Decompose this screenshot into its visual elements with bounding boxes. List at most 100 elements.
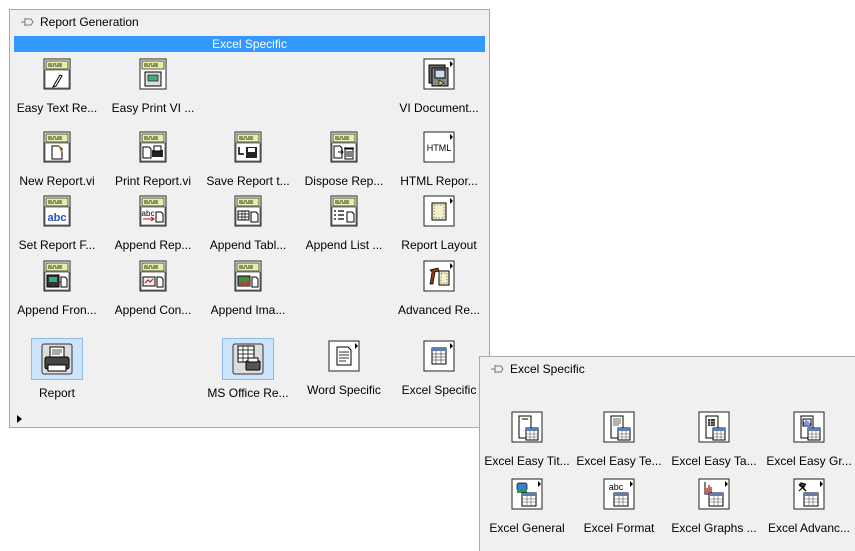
excel-format-icon: abc [603, 478, 635, 510]
palette-item-report-layout[interactable]: Report Layout [394, 193, 484, 259]
text-icon-text: abc [142, 209, 155, 218]
item-label: Advanced Re... [397, 303, 481, 317]
item-label: Word Specific [307, 383, 381, 397]
append-table-icon [234, 195, 262, 227]
append-control-image-icon [139, 260, 167, 292]
palette-item-word-specific[interactable]: Word Specific [299, 338, 389, 404]
report-printer-icon [41, 343, 73, 375]
excel-easy-table-icon [698, 411, 730, 443]
append-image-icon [234, 260, 262, 292]
item-label: Excel Advanc... [767, 521, 851, 535]
set-report-font-icon: abc [43, 195, 71, 227]
palette-titlebar[interactable]: Report Generation [10, 10, 489, 34]
report-tile[interactable] [31, 338, 83, 380]
palette-item-set-report-font[interactable]: abc Set Report F... [12, 193, 102, 259]
palette-item-append-image[interactable]: Append Ima... [203, 258, 293, 324]
palette-item-excel-general[interactable]: Excel General [482, 476, 572, 542]
append-front-panel-icon [43, 260, 71, 292]
excel-easy-text-icon [603, 411, 635, 443]
item-label: Report [38, 386, 76, 400]
word-specific-icon [328, 340, 360, 372]
palette-title: Report Generation [40, 15, 139, 29]
palette-item-append-control-image[interactable]: Append Con... [108, 258, 198, 324]
palette-item-advanced-report[interactable]: Advanced Re... [394, 258, 484, 324]
palette-item-html-report[interactable]: HTML HTML Repor... [394, 129, 484, 195]
item-label: Report Layout [401, 238, 477, 252]
dispose-report-icon [330, 131, 358, 163]
font-icon-text: abc [48, 212, 67, 224]
item-label: Excel Easy Ta... [671, 454, 757, 468]
easy-text-report-icon [43, 58, 71, 90]
easy-print-vi-icon [139, 58, 167, 90]
report-generation-palette: Report Generation Excel Specific Easy Te… [9, 9, 490, 428]
advanced-report-icon [423, 260, 455, 292]
palette-item-excel-easy-graph[interactable]: Excel Easy Gr... [764, 409, 854, 475]
excel-easy-graph-icon [793, 411, 825, 443]
save-report-icon [234, 131, 262, 163]
palette-item-dispose-report[interactable]: Dispose Rep... [299, 129, 389, 195]
item-label: Easy Print VI ... [111, 101, 195, 115]
print-report-icon [139, 131, 167, 163]
item-label: Excel Specific [401, 383, 477, 397]
new-report-icon [43, 131, 71, 163]
ms-office-report-tile[interactable] [222, 338, 274, 380]
palette-title: Excel Specific [510, 362, 585, 376]
item-label: MS Office Re... [207, 386, 289, 400]
palette-item-excel-easy-text[interactable]: Excel Easy Te... [574, 409, 664, 475]
expand-arrow-icon[interactable] [14, 412, 24, 426]
ms-office-report-icon [232, 343, 264, 375]
report-layout-icon [423, 195, 455, 227]
item-label: Save Report t... [206, 174, 290, 188]
item-label: VI Document... [399, 101, 479, 115]
palette-item-append-table[interactable]: Append Tabl... [203, 193, 293, 259]
vi-documentation-icon [423, 58, 455, 90]
excel-general-icon [511, 478, 543, 510]
thumbtack-icon[interactable] [490, 362, 504, 376]
palette-item-append-list[interactable]: Append List ... [299, 193, 389, 259]
palette-item-easy-print-vi[interactable]: Easy Print VI ... [108, 56, 198, 122]
append-list-icon [330, 195, 358, 227]
palette-item-append-front-panel[interactable]: Append Fron... [12, 258, 102, 324]
palette-item-excel-easy-table[interactable]: Excel Easy Ta... [669, 409, 759, 475]
item-label: Append Rep... [114, 238, 192, 252]
selected-category-header: Excel Specific [14, 36, 485, 52]
palette-item-vi-documentation[interactable]: VI Document... [394, 56, 484, 122]
excel-advanced-icon [793, 478, 825, 510]
item-label: Append Tabl... [209, 238, 287, 252]
item-label: New Report.vi [19, 174, 95, 188]
palette-titlebar[interactable]: Excel Specific [480, 357, 855, 381]
palette-item-report[interactable]: Report [12, 338, 102, 406]
item-label: Set Report F... [18, 238, 96, 252]
excel-specific-palette: Excel Specific Excel Easy Tit... Excel E… [479, 356, 855, 551]
item-label: Easy Text Re... [16, 101, 98, 115]
thumbtack-icon[interactable] [20, 15, 34, 29]
item-label: Append Con... [114, 303, 192, 317]
excel-specific-icon [423, 340, 455, 372]
palette-item-excel-format[interactable]: abc Excel Format [574, 476, 664, 542]
item-label: Excel Easy Tit... [484, 454, 570, 468]
palette-item-new-report[interactable]: New Report.vi [12, 129, 102, 195]
palette-item-excel-graphs[interactable]: Excel Graphs ... [669, 476, 759, 542]
excel-easy-title-icon [511, 411, 543, 443]
append-report-text-icon: abc [139, 195, 167, 227]
palette-item-print-report[interactable]: Print Report.vi [108, 129, 198, 195]
html-report-icon: HTML [423, 131, 455, 163]
item-label: Excel Format [583, 521, 655, 535]
palette-item-append-report-text[interactable]: abc Append Rep... [108, 193, 198, 259]
item-label: Excel General [489, 521, 565, 535]
palette-item-easy-text-report[interactable]: Easy Text Re... [12, 56, 102, 122]
palette-item-save-report[interactable]: Save Report t... [203, 129, 293, 195]
item-label: Excel Easy Te... [576, 454, 662, 468]
item-label: Append Fron... [17, 303, 97, 317]
palette-item-excel-easy-title[interactable]: Excel Easy Tit... [482, 409, 572, 475]
item-label: Excel Easy Gr... [766, 454, 852, 468]
excel-graphs-icon [698, 478, 730, 510]
format-icon-text: abc [609, 482, 624, 492]
item-label: Append Ima... [210, 303, 286, 317]
item-label: HTML Repor... [400, 174, 478, 188]
palette-item-excel-specific[interactable]: Excel Specific [394, 338, 484, 404]
palette-item-excel-advanced[interactable]: Excel Advanc... [764, 476, 854, 542]
item-label: Append List ... [305, 238, 383, 252]
palette-item-ms-office-report[interactable]: MS Office Re... [203, 338, 293, 406]
item-label: Excel Graphs ... [671, 521, 757, 535]
